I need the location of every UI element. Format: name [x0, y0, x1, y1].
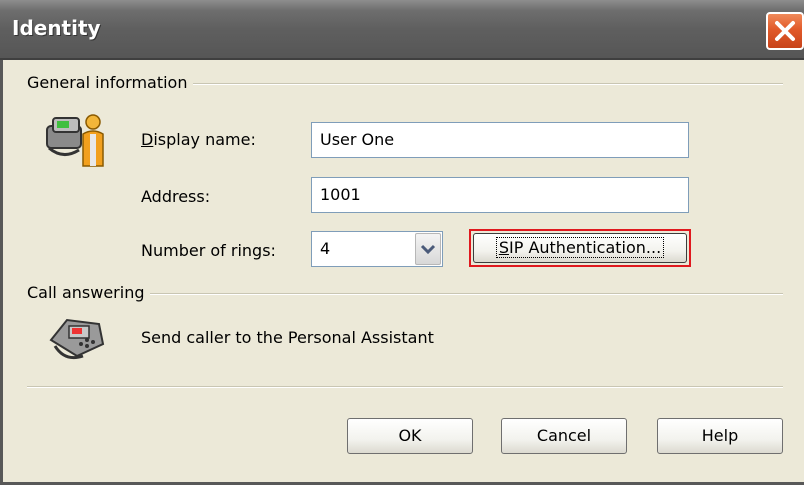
sip-authentication-button[interactable]: SIP Authentication... [473, 233, 687, 263]
number-of-rings-label: Number of rings: [141, 241, 276, 260]
address-field[interactable]: 1001 [311, 177, 689, 213]
phone-user-icon [46, 114, 104, 167]
title-bar[interactable]: Identity [0, 0, 804, 60]
number-of-rings-value: 4 [320, 239, 331, 258]
dropdown-button[interactable] [415, 233, 441, 265]
display-name-label: Display name: [141, 130, 256, 149]
call-answering-group-label: Call answering [27, 283, 151, 302]
sip-authentication-label: SIP Authentication... [495, 237, 665, 258]
general-group-label: General information [27, 73, 194, 92]
help-button[interactable]: Help [657, 418, 783, 454]
call-answering-text: Send caller to the Personal Assistant [141, 328, 434, 347]
dialog-body: General information Display name: User O… [0, 60, 804, 485]
identity-dialog: Identity General information Display nam… [0, 0, 804, 485]
sip-label-rest: IP Authentication... [508, 238, 662, 257]
display-name-label-rest: isplay name: [153, 130, 256, 149]
display-name-field[interactable]: User One [311, 122, 689, 158]
chevron-down-icon [420, 244, 436, 255]
cancel-button[interactable]: Cancel [501, 418, 627, 454]
button-separator [27, 386, 783, 388]
dialog-title: Identity [12, 16, 101, 40]
close-button[interactable] [766, 12, 804, 50]
telephone-icon [49, 318, 105, 360]
close-icon [775, 21, 795, 41]
number-of-rings-dropdown[interactable]: 4 [311, 231, 443, 267]
display-name-accel: D [141, 130, 154, 149]
address-label: Address: [141, 187, 211, 206]
ok-button[interactable]: OK [347, 418, 473, 454]
sip-authentication-highlight: SIP Authentication... [469, 229, 691, 267]
sip-accel: S [498, 238, 509, 257]
